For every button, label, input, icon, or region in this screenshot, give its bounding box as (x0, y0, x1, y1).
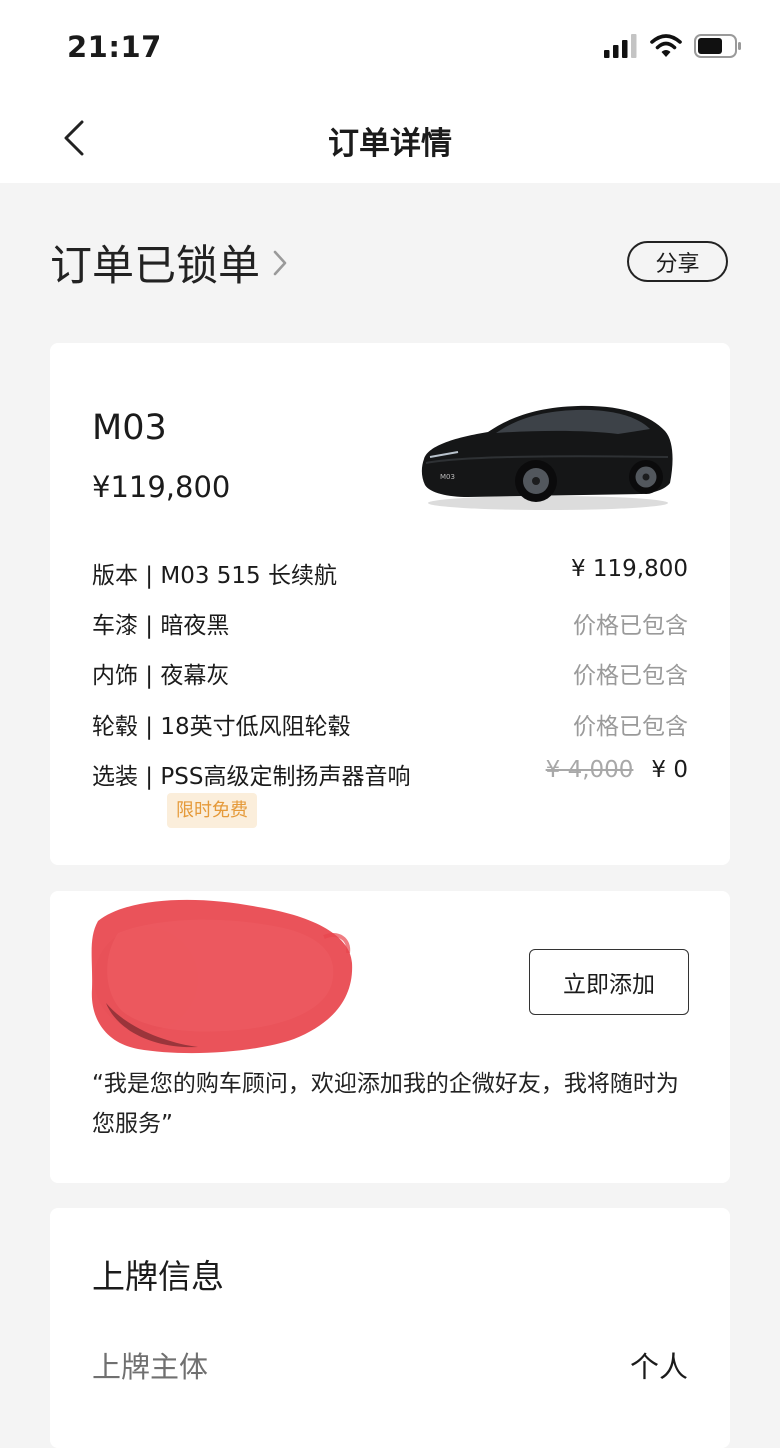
car-image: M03 (421, 405, 673, 510)
plate-card (50, 1208, 730, 1448)
spec-label: 选装 | PSS高级定制扬声器音响 (92, 764, 411, 790)
spec-row-version: 版本 | M03 515 长续航 ¥ 119,800 (92, 556, 688, 590)
add-advisor-button[interactable]: 立即添加 (529, 949, 689, 1015)
model-price: ¥119,800 (92, 470, 231, 504)
spec-label: 版本 | M03 515 长续航 (92, 563, 338, 589)
share-button[interactable]: 分享 (627, 241, 728, 282)
advisor-avatar-redacted (91, 899, 353, 1054)
spec-label: 轮毂 | 18英寸低风阻轮毂 (92, 714, 351, 740)
spec-label: 内饰 | 夜幕灰 (92, 663, 230, 689)
spec-value: 价格已包含 (573, 613, 688, 639)
promo-badge: 限时免费 (167, 793, 257, 828)
spec-row-interior: 内饰 | 夜幕灰 价格已包含 (92, 656, 688, 690)
original-price: ¥ 4,000 (545, 757, 634, 783)
model-name: M03 (92, 408, 167, 448)
spec-value: ¥ 119,800 (570, 556, 688, 582)
spec-value: 价格已包含 (573, 714, 688, 740)
spec-label: 车漆 | 暗夜黑 (92, 613, 230, 639)
top-bar: 21:17 订单详情 (0, 0, 780, 183)
spec-row-paint: 车漆 | 暗夜黑 价格已包含 (92, 606, 688, 640)
car-badge: M03 (440, 473, 455, 481)
status-time: 21:17 (67, 30, 162, 64)
spec-value: ¥ 0 (651, 757, 688, 783)
status-icons (604, 34, 742, 58)
spec-row-options: 选装 | PSS高级定制扬声器音响 ¥ 4,000 ¥ 0 (92, 757, 688, 791)
spec-row-wheels: 轮毂 | 18英寸低风阻轮毂 价格已包含 (92, 707, 688, 741)
advisor-message: “我是您的购车顾问，欢迎添加我的企微好友，我将随时为您服务” (92, 1071, 679, 1137)
plate-title: 上牌信息 (92, 1257, 224, 1296)
spec-price-group: ¥ 4,000 ¥ 0 (546, 757, 688, 783)
plate-subject-value: 个人 (629, 1350, 688, 1384)
plate-subject-label: 上牌主体 (92, 1350, 209, 1384)
order-status-text: 订单已锁单 (50, 241, 261, 290)
chevron-right-icon (273, 250, 287, 275)
battery-icon (694, 34, 741, 58)
order-status-link[interactable]: 订单已锁单 (50, 232, 288, 293)
wifi-icon (650, 34, 682, 57)
cellular-signal-icon (604, 34, 637, 58)
spec-value: 价格已包含 (573, 663, 688, 689)
page-title: 订单详情 (328, 126, 452, 162)
